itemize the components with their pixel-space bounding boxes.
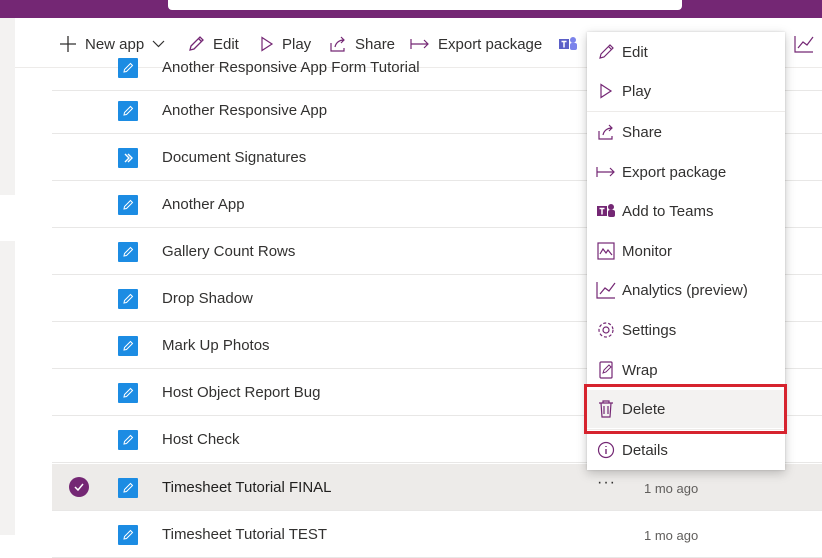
- modified-date: 1 mo ago: [644, 481, 699, 496]
- line-chart-icon: [587, 281, 622, 299]
- app-name[interactable]: Drop Shadow: [162, 290, 253, 307]
- app-name[interactable]: Another Responsive App: [162, 102, 327, 119]
- app-name[interactable]: Document Signatures: [162, 149, 306, 166]
- menu-item-monitor[interactable]: Monitor: [587, 232, 785, 270]
- checkmark-icon[interactable]: [69, 477, 89, 497]
- list-item-selected[interactable]: Timesheet Tutorial FINAL ··· 1 mo ago: [52, 464, 822, 511]
- pencil-icon: [587, 43, 622, 61]
- left-nav-selected-item[interactable]: [0, 195, 15, 241]
- info-icon: [587, 441, 622, 459]
- gear-icon: [587, 321, 622, 339]
- pencil-icon: [118, 289, 138, 309]
- left-navigation: [0, 18, 15, 535]
- pencil-icon: [118, 525, 138, 545]
- menu-item-label: Details: [622, 441, 668, 459]
- play-icon: [587, 83, 622, 99]
- modified-date: 1 mo ago: [644, 528, 699, 543]
- app-name[interactable]: Timesheet Tutorial FINAL: [162, 479, 332, 496]
- delete-highlight-annotation: [584, 384, 787, 434]
- menu-item-label: Wrap: [622, 361, 658, 379]
- monitor-icon: [587, 242, 622, 260]
- pencil-icon: [118, 101, 138, 121]
- app-name[interactable]: Host Check: [162, 431, 240, 448]
- pencil-icon: [118, 336, 138, 356]
- menu-item-settings[interactable]: Settings: [587, 311, 785, 349]
- menu-item-label: Export package: [622, 163, 727, 181]
- teams-icon: [587, 202, 622, 220]
- pencil-icon: [118, 478, 138, 498]
- app-name[interactable]: Mark Up Photos: [162, 337, 270, 354]
- app-name[interactable]: Host Object Report Bug: [162, 384, 320, 401]
- menu-item-share[interactable]: Share: [587, 113, 785, 151]
- more-options-button[interactable]: ···: [597, 474, 616, 492]
- pencil-icon: [118, 383, 138, 403]
- menu-divider: [587, 111, 785, 112]
- pencil-icon: [118, 430, 138, 450]
- menu-item-details[interactable]: Details: [587, 431, 785, 469]
- menu-item-label: Analytics (preview): [622, 281, 748, 299]
- menu-item-edit[interactable]: Edit: [587, 33, 785, 71]
- wrap-icon: [587, 361, 622, 379]
- app-name[interactable]: Gallery Count Rows: [162, 243, 295, 260]
- menu-item-export-package[interactable]: Export package: [587, 153, 785, 191]
- share-icon: [587, 123, 622, 141]
- app-header: [0, 0, 822, 18]
- menu-item-label: Add to Teams: [622, 202, 714, 220]
- app-name[interactable]: Another App: [162, 196, 245, 213]
- menu-item-analytics[interactable]: Analytics (preview): [587, 271, 785, 309]
- menu-item-label: Settings: [622, 321, 677, 339]
- menu-item-label: Share: [622, 123, 663, 141]
- export-icon: [587, 165, 622, 179]
- menu-item-label: Play: [622, 82, 652, 100]
- menu-item-label: Edit: [622, 43, 648, 61]
- flow-icon: [118, 148, 138, 168]
- app-name[interactable]: Another Responsive App Form Tutorial: [162, 59, 420, 76]
- menu-item-add-to-teams[interactable]: Add to Teams: [587, 192, 785, 230]
- pencil-icon: [118, 195, 138, 215]
- pencil-icon: [118, 242, 138, 262]
- search-input[interactable]: [168, 0, 682, 10]
- menu-item-label: Monitor: [622, 242, 673, 260]
- pencil-icon: [118, 58, 138, 78]
- menu-item-play[interactable]: Play: [587, 72, 785, 110]
